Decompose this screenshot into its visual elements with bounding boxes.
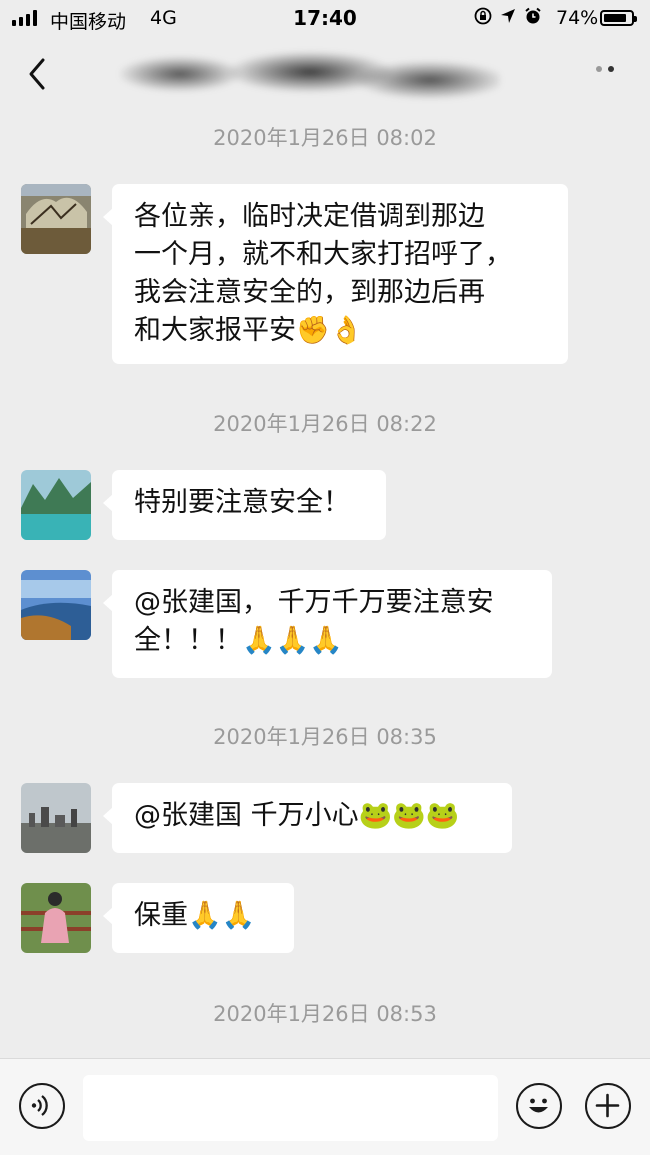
plus-button[interactable] — [585, 1083, 631, 1129]
message-line: 一个月，就不和大家打招呼了， — [134, 239, 512, 270]
message-line: 全！！！🙏🙏🙏 — [134, 625, 343, 656]
chat-title-redacted — [120, 44, 500, 106]
chat-header — [0, 36, 650, 110]
message-bubble[interactable]: 保重🙏🙏 — [103, 883, 294, 953]
avatar[interactable] — [21, 883, 91, 953]
plus-icon — [595, 1093, 620, 1118]
voice-button[interactable] — [19, 1083, 65, 1129]
status-bar: 中国移动 4G 17:40 74% — [0, 0, 650, 36]
emoji-smile-icon — [529, 1098, 548, 1113]
avatar[interactable] — [21, 570, 91, 640]
message-timestamp: 2020年1月26日 08:35 — [213, 725, 437, 749]
input-bar — [0, 1058, 650, 1155]
voice-icon — [31, 1095, 48, 1116]
location-icon — [501, 9, 515, 23]
battery-icon — [600, 10, 637, 26]
clock: 17:40 — [293, 6, 357, 30]
message-bubble[interactable]: @张建国 千万小心🐸🐸🐸 — [103, 783, 512, 853]
message-line: @张建国 千万小心🐸🐸🐸 — [134, 800, 460, 831]
message-line: 和大家报平安✊👌 — [134, 315, 364, 346]
message-bubble[interactable]: @张建国， 千万千万要注意安 全！！！🙏🙏🙏 — [103, 570, 552, 678]
avatar[interactable] — [21, 783, 91, 853]
more-button[interactable] — [596, 66, 614, 72]
message-input[interactable] — [83, 1075, 498, 1141]
avatar[interactable] — [21, 470, 91, 540]
avatar[interactable] — [21, 184, 91, 254]
alarm-icon — [525, 7, 541, 24]
more-dots-icon — [596, 66, 602, 72]
message-line: 各位亲，临时决定借调到那边 — [134, 201, 485, 232]
message-line: @张建国， 千万千万要注意安 — [134, 587, 494, 618]
message-timestamp: 2020年1月26日 08:53 — [213, 1002, 437, 1026]
message-bubble[interactable]: 特别要注意安全！ — [103, 470, 386, 540]
message-timestamp: 2020年1月26日 08:22 — [213, 412, 437, 436]
emoji-button[interactable] — [516, 1083, 562, 1129]
message-line: 我会注意安全的，到那边后再 — [134, 277, 485, 308]
battery-percent: 74% — [556, 7, 599, 29]
message-bubble[interactable]: 各位亲，临时决定借调到那边 一个月，就不和大家打招呼了， 我会注意安全的，到那边… — [103, 184, 568, 364]
message-line: 特别要注意安全！ — [134, 487, 350, 518]
lock-rotation-icon — [474, 7, 492, 25]
chevron-left-icon — [29, 58, 45, 90]
message-timestamp: 2020年1月26日 08:02 — [213, 126, 437, 150]
message-line: 保重🙏🙏 — [134, 900, 256, 931]
back-button[interactable] — [24, 56, 54, 92]
